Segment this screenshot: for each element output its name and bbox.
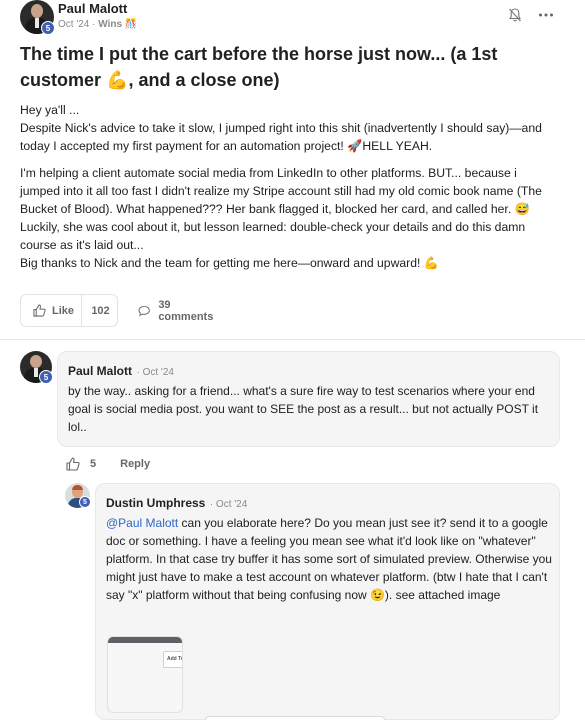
comment-bubble-icon bbox=[138, 305, 150, 316]
post-title: The time I put the cart before the horse… bbox=[20, 44, 498, 90]
like-button[interactable]: Like bbox=[21, 295, 81, 326]
comment-date: · Oct '24 bbox=[136, 367, 174, 378]
load-more-pill[interactable] bbox=[205, 716, 385, 720]
comment-bubble: Paul Malott · Oct '24 by the way.. askin… bbox=[57, 351, 560, 447]
meta-separator: · bbox=[92, 19, 96, 30]
post-paragraph: I'm helping a client automate social med… bbox=[20, 166, 542, 270]
post-meta: Oct '24 · Wins 🎊 bbox=[58, 19, 137, 30]
reply-bubble: Dustin Umphress · Oct '24 @Paul Malott c… bbox=[95, 483, 560, 720]
attached-image[interactable]: Add To bbox=[107, 636, 183, 713]
category-emoji: 🎊 bbox=[124, 19, 138, 30]
level-badge: 5 bbox=[79, 496, 91, 508]
image-button-text: Add To bbox=[163, 651, 182, 668]
more-horizontal-icon[interactable] bbox=[537, 7, 555, 23]
like-box: Like 102 bbox=[20, 294, 118, 327]
post-body: Hey ya'll ... Despite Nick's advice to t… bbox=[20, 101, 560, 281]
comment-header: Dustin Umphress · Oct '24 bbox=[106, 494, 247, 512]
post-header: 5 Paul Malott Oct '24 · Wins 🎊 bbox=[20, 0, 565, 35]
post-category[interactable]: Wins bbox=[98, 19, 122, 30]
divider bbox=[0, 339, 585, 340]
thumbs-up-icon bbox=[33, 304, 46, 317]
comment-date: · Oct '24 bbox=[209, 499, 248, 510]
comment-text: @Paul Malott can you elaborate here? Do … bbox=[106, 514, 554, 604]
comment-actions: 5 Reply bbox=[66, 456, 150, 472]
level-badge: 5 bbox=[39, 370, 53, 384]
author-name[interactable]: Paul Malott bbox=[58, 1, 127, 16]
comment-author[interactable]: Dustin Umphress bbox=[106, 496, 205, 510]
like-count[interactable]: 102 bbox=[81, 295, 119, 326]
post-date: Oct '24 bbox=[58, 19, 90, 30]
comment-author[interactable]: Paul Malott bbox=[68, 364, 132, 378]
reply-button[interactable]: Reply bbox=[120, 458, 150, 470]
comment-header: Paul Malott · Oct '24 bbox=[68, 362, 174, 380]
like-label: Like bbox=[52, 304, 75, 317]
comment-text: by the way.. asking for a friend... what… bbox=[68, 384, 539, 434]
comments-label: 39 comments bbox=[158, 298, 214, 323]
image-topbar bbox=[108, 637, 182, 643]
comments-button[interactable]: 39 comments bbox=[138, 294, 216, 327]
comment-like-count[interactable]: 5 bbox=[90, 458, 96, 470]
mention-link[interactable]: @Paul Malott bbox=[106, 516, 178, 530]
post-paragraph: Hey ya'll ... Despite Nick's advice to t… bbox=[20, 103, 542, 153]
bell-off-icon[interactable] bbox=[507, 7, 523, 23]
thumbs-up-icon[interactable] bbox=[66, 457, 80, 471]
level-badge: 5 bbox=[41, 21, 55, 35]
